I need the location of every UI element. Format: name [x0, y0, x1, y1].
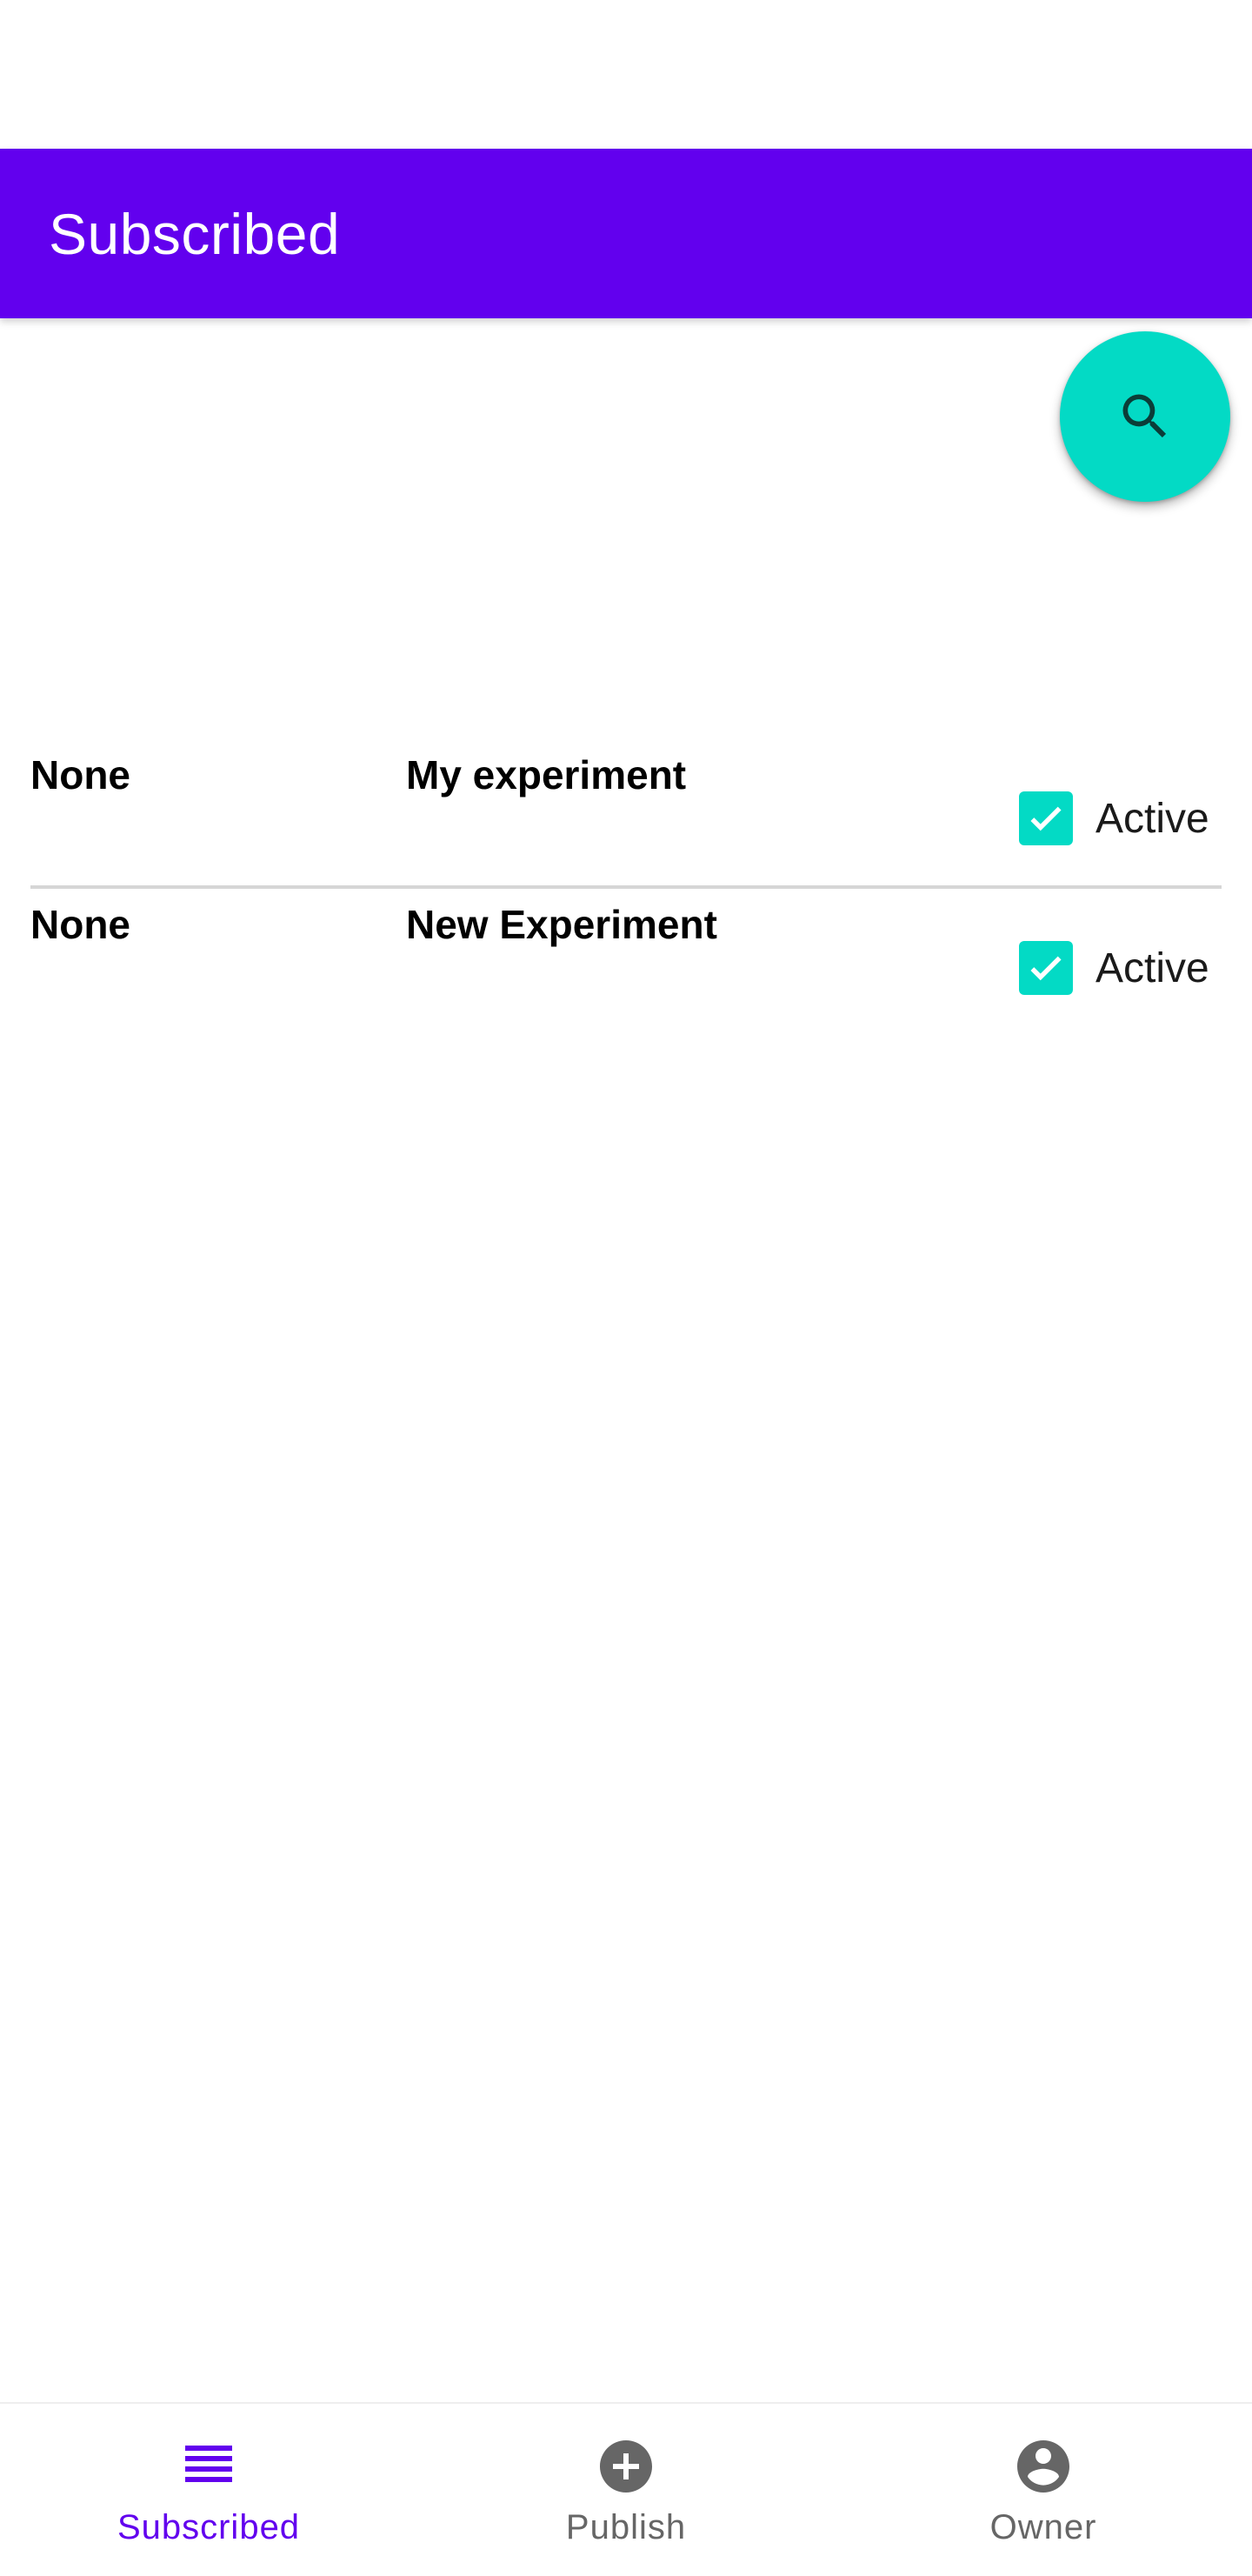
checkbox-box[interactable] [1019, 791, 1073, 845]
nav-item-owner[interactable]: Owner [835, 2404, 1252, 2576]
check-icon [1030, 956, 1062, 981]
account-circle-icon [1017, 2440, 1069, 2493]
active-checkbox[interactable]: Active [1019, 791, 1209, 845]
nav-label: Owner [989, 2508, 1097, 2546]
list-icon [185, 2446, 232, 2482]
checkbox-box[interactable] [1019, 941, 1073, 995]
list-item-title: My experiment [406, 752, 687, 797]
list-item: None My experiment Active [0, 739, 1252, 889]
search-fab-button[interactable] [1060, 331, 1230, 502]
status-bar [0, 0, 1252, 149]
list-item-owner: None [30, 902, 130, 947]
page-title: Subscribed [49, 201, 341, 266]
add-circle-icon [600, 2440, 652, 2493]
list-item-owner: None [30, 752, 130, 797]
bottom-navigation: Subscribed Publish Owner [0, 2402, 1252, 2576]
experiment-list: None My experiment Active None New Exper… [0, 739, 1252, 1038]
active-checkbox[interactable]: Active [1019, 941, 1209, 995]
checkbox-label: Active [1096, 944, 1209, 991]
app-bar: Subscribed [0, 149, 1252, 318]
check-icon [1030, 806, 1062, 831]
list-item-title: New Experiment [406, 902, 717, 947]
nav-item-subscribed[interactable]: Subscribed [0, 2404, 417, 2576]
nav-label: Subscribed [117, 2508, 301, 2546]
list-item: None New Experiment Active [0, 889, 1252, 1038]
nav-label: Publish [565, 2508, 687, 2546]
nav-item-publish[interactable]: Publish [417, 2404, 835, 2576]
search-icon [1122, 394, 1167, 438]
checkbox-label: Active [1096, 795, 1209, 842]
